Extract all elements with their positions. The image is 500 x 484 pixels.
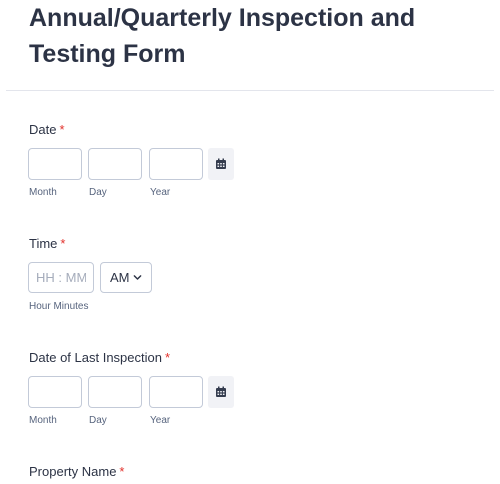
ampm-value: AM bbox=[110, 270, 130, 285]
last-inspection-label-text: Date of Last Inspection bbox=[29, 350, 162, 365]
last-inspection-month-input[interactable] bbox=[28, 376, 82, 408]
date-year-sublabel: Year bbox=[150, 187, 171, 198]
ampm-select[interactable]: AM bbox=[100, 262, 152, 293]
required-mark: * bbox=[164, 350, 171, 365]
date-calendar-button[interactable] bbox=[208, 148, 234, 180]
last-inspection-day-sublabel: Day bbox=[89, 415, 107, 426]
last-inspection-calendar-button[interactable] bbox=[208, 376, 234, 408]
last-inspection-year-input[interactable] bbox=[149, 376, 203, 408]
last-inspection-day-input[interactable] bbox=[88, 376, 142, 408]
property-name-label-text: Property Name bbox=[29, 464, 117, 479]
date-year-input[interactable] bbox=[149, 148, 203, 180]
date-month-input[interactable] bbox=[28, 148, 82, 180]
chevron-down-icon bbox=[133, 275, 142, 280]
date-day-sublabel: Day bbox=[89, 187, 107, 198]
date-month-sublabel: Month bbox=[29, 187, 57, 198]
time-label: Time * bbox=[29, 236, 65, 251]
date-label-text: Date bbox=[29, 122, 57, 137]
required-mark: * bbox=[60, 236, 66, 251]
time-label-text: Time bbox=[29, 236, 58, 251]
time-input[interactable] bbox=[28, 262, 94, 293]
required-mark: * bbox=[59, 122, 65, 137]
property-name-label: Property Name * bbox=[29, 464, 124, 479]
last-inspection-month-sublabel: Month bbox=[29, 415, 57, 426]
date-label: Date * bbox=[29, 122, 65, 137]
last-inspection-year-sublabel: Year bbox=[150, 415, 171, 426]
calendar-icon bbox=[216, 158, 226, 169]
header-divider bbox=[6, 90, 494, 91]
time-sublabel: Hour Minutes bbox=[29, 301, 89, 312]
date-day-input[interactable] bbox=[88, 148, 142, 180]
form-title: Annual/Quarterly Inspection and Testing … bbox=[29, 4, 416, 68]
last-inspection-label: Date of Last Inspection * bbox=[29, 350, 170, 365]
required-mark: * bbox=[119, 464, 125, 479]
calendar-icon bbox=[216, 386, 226, 397]
